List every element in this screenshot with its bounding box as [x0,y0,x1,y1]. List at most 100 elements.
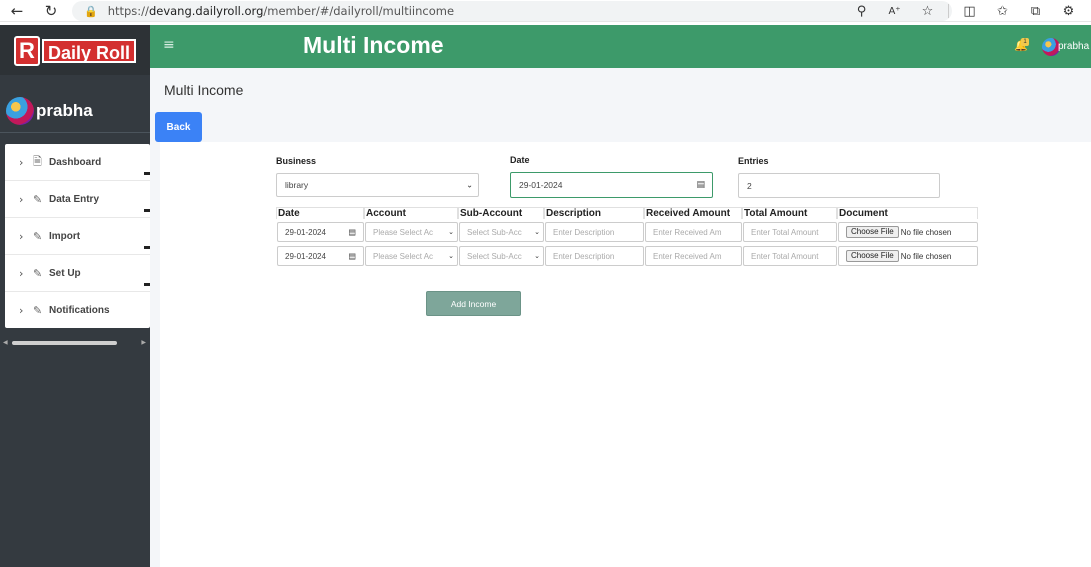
column-header-sub-account: Sub-Account [458,207,544,219]
menu-toggle-icon[interactable]: ≡ [163,37,175,53]
file-icon: 🗎 [33,154,42,168]
calendar-icon[interactable]: ▤ [348,252,356,261]
column-header-total-amount: Total Amount [742,207,837,219]
chevron-down-icon: ⌄ [534,252,540,260]
top-navbar: ≡ Multi Income 🔔 1 prabha [150,25,1091,68]
sidebar-menu: › 🗎 Dashboard › ✎ Data Entry › ✎ Import … [5,144,150,328]
pencil-icon: ✎ [33,229,43,243]
refresh-icon[interactable]: ↻ [40,0,62,22]
scroll-right-icon[interactable]: ▶ [141,339,146,346]
sidebar-item-label: Import [49,230,81,242]
row2-description-input[interactable]: Enter Description [545,246,644,266]
calendar-icon[interactable]: ▤ [696,180,705,190]
row1-received-amount-input[interactable]: Enter Received Am [645,222,742,242]
page-title: Multi Income [164,82,244,98]
row2-date-input[interactable]: 29-01-2024 ▤ [277,246,364,266]
row2-document-input: Choose File No file chosen [838,246,978,266]
row2-subaccount-placeholder: Select Sub-Acc [467,251,522,261]
business-select[interactable]: library ⌄ [276,173,479,197]
date-input[interactable]: 29-01-2024 ▤ [510,172,713,198]
row1-total-amount-input[interactable]: Enter Total Amount [743,222,837,242]
column-header-date: Date [276,207,364,219]
user-panel[interactable]: prabha [0,89,150,133]
add-income-button[interactable]: Add Income [426,291,521,316]
entries-value: 2 [747,180,752,191]
sidebar-item-notifications[interactable]: › ✎ Notifications [5,292,150,328]
row2-subaccount-select[interactable]: Select Sub-Acc ⌄ [459,246,544,266]
choose-file-button[interactable]: Choose File [846,226,899,238]
sidebar-item-label: Dashboard [49,156,102,168]
file-status: No file chosen [900,251,952,261]
row2-total-amount-input[interactable]: Enter Total Amount [743,246,837,266]
date-label: Date [510,155,530,165]
sidebar-item-set-up[interactable]: › ✎ Set Up [5,255,150,292]
pencil-icon: ✎ [33,303,43,317]
entries-label: Entries [738,156,769,166]
favorites-icon[interactable]: ✩ [986,0,1019,22]
column-header-account: Account [364,207,458,219]
read-aloud-icon[interactable]: A⁺ [878,0,911,22]
entries-input[interactable]: 2 [738,173,940,198]
address-bar[interactable]: 🔒 https://devang.dailyroll.org/member/#/… [72,1,952,21]
row1-document-input: Choose File No file chosen [838,222,978,242]
browser-toolbar: ← ↻ 🔒 https://devang.dailyroll.org/membe… [0,0,1091,22]
row2-date-value: 29-01-2024 [285,251,326,261]
column-header-document: Document [837,207,978,219]
sidebar-item-data-entry[interactable]: › ✎ Data Entry [5,181,150,218]
back-button[interactable]: Back [155,112,202,142]
url-path: /member/#/dailyroll/multiincome [263,4,455,18]
choose-file-button[interactable]: Choose File [846,250,899,262]
favorite-star-icon[interactable]: ☆ [911,0,944,22]
row1-date-input[interactable]: 29-01-2024 ▤ [277,222,364,242]
calendar-icon[interactable]: ▤ [348,228,356,237]
url-prefix: https:// [107,4,149,18]
chevron-right-icon: › [19,155,24,169]
chevron-right-icon: › [19,303,24,317]
back-arrow-icon[interactable]: ← [6,0,28,22]
row2-account-select[interactable]: Please Select Ac ⌄ [365,246,458,266]
scrollbar-thumb[interactable] [12,341,117,345]
zoom-icon[interactable]: ⚲ [845,0,878,22]
collections-icon[interactable]: ⧉ [1019,0,1052,22]
sidebar-item-label: Notifications [49,304,110,316]
chevron-down-icon: ⌄ [448,228,454,236]
pencil-icon: ✎ [33,266,43,280]
split-screen-icon[interactable]: ◫ [953,0,986,22]
extensions-icon[interactable]: ⚙ [1052,0,1085,22]
chevron-right-icon: › [19,229,24,243]
row1-account-select[interactable]: Please Select Ac ⌄ [365,222,458,242]
business-label: Business [276,156,317,166]
row2-received-amount-input[interactable]: Enter Received Am [645,246,742,266]
url-host: devang.dailyroll.org [148,4,264,18]
row1-date-value: 29-01-2024 [285,227,326,237]
column-header-received-amount: Received Amount [644,207,742,219]
row2-account-placeholder: Please Select Ac [373,251,434,261]
scroll-left-icon[interactable]: ◀ [3,339,8,346]
sidebar-item-import[interactable]: › ✎ Import [5,218,150,255]
content-gutter [150,142,160,567]
logo[interactable]: R Daily Roll [14,36,137,66]
row1-subaccount-placeholder: Select Sub-Acc [467,227,522,237]
row1-subaccount-select[interactable]: Select Sub-Acc ⌄ [459,222,544,242]
top-user-name[interactable]: prabha [1058,41,1089,52]
business-value: library [285,180,309,190]
sidebar: R Daily Roll prabha › 🗎 Dashboard › ✎ Da… [0,25,150,567]
chevron-right-icon: › [19,192,24,206]
sidebar-item-label: Data Entry [49,193,100,205]
chevron-down-icon: ⌄ [448,252,454,260]
row1-account-placeholder: Please Select Ac [373,227,434,237]
user-name: prabha [36,100,93,120]
pencil-icon: ✎ [33,192,43,206]
sidebar-scrollbar[interactable]: ◀ ▶ [3,339,148,347]
row1-description-input[interactable]: Enter Description [545,222,644,242]
notification-badge: 1 [1021,38,1029,46]
lock-icon: 🔒 [84,4,98,18]
sidebar-item-dashboard[interactable]: › 🗎 Dashboard [5,144,150,181]
sidebar-item-label: Set Up [49,267,81,279]
app-title: Multi Income [303,32,444,58]
page-header: Multi Income Back [150,68,1091,142]
chevron-down-icon: ⌄ [466,180,473,190]
chevron-right-icon: › [19,266,24,280]
chevron-down-icon: ⌄ [534,228,540,236]
logo-letter: R [14,36,40,66]
